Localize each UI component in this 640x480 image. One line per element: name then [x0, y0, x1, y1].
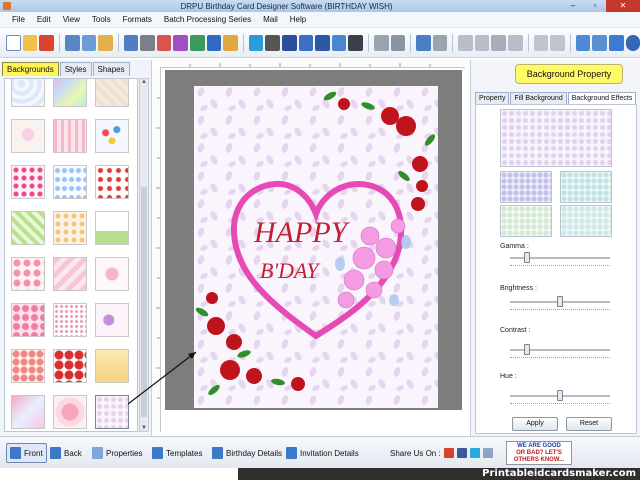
- effect-preset[interactable]: [500, 171, 552, 203]
- templates-icon: [152, 447, 163, 459]
- back-label: Back: [64, 448, 82, 458]
- hue-slider[interactable]: [510, 390, 610, 401]
- feedback-badge[interactable]: WE ARE GOOD OR BAD? LET'S OTHERS KNOW...: [506, 441, 572, 465]
- gamma-label: Gamma :: [500, 243, 529, 250]
- properties-button[interactable]: Properties: [92, 445, 142, 461]
- effect-preset[interactable]: [500, 205, 552, 237]
- facebook-icon[interactable]: [456, 448, 467, 458]
- front-button[interactable]: Front: [6, 443, 47, 463]
- birthday-details-label: Birthday Details: [226, 448, 283, 458]
- share-us-on: Share Us On :: [390, 445, 493, 461]
- contrast-label: Contrast :: [500, 327, 531, 334]
- back-button[interactable]: Back: [50, 445, 82, 461]
- feedback-line2: OR BAD? LET'S: [516, 450, 562, 456]
- templates-label: Templates: [166, 448, 203, 458]
- background-preview-large: [500, 109, 612, 167]
- hue-label: Hue :: [500, 373, 517, 380]
- hue-slider-knob[interactable]: [557, 390, 563, 401]
- background-property-header: Background Property: [515, 64, 623, 84]
- tab-background-effects[interactable]: Background Effects: [567, 92, 637, 104]
- contrast-slider-knob[interactable]: [524, 344, 531, 355]
- feedback-line1: WE ARE GOOD: [517, 443, 561, 449]
- invitation-details-button[interactable]: Invitation Details: [286, 445, 359, 461]
- effect-preset[interactable]: [560, 205, 612, 237]
- front-page-icon: [10, 447, 21, 459]
- gamma-slider-knob[interactable]: [524, 252, 531, 263]
- birthday-details-icon: [212, 447, 223, 459]
- gamma-slider[interactable]: [510, 252, 610, 263]
- apply-button[interactable]: Apply: [512, 417, 558, 431]
- brightness-slider[interactable]: [510, 296, 610, 307]
- front-label: Front: [24, 448, 43, 458]
- reset-button[interactable]: Reset: [566, 417, 612, 431]
- contrast-slider[interactable]: [510, 344, 610, 355]
- watermark: Printableidcardsmaker.com: [238, 468, 640, 480]
- share-icon[interactable]: [482, 448, 493, 458]
- background-effects-panel: Gamma : Brightness : Contrast : Hue : Ap…: [475, 104, 637, 434]
- twitter-icon[interactable]: [469, 448, 480, 458]
- back-page-icon: [50, 447, 61, 459]
- tab-property[interactable]: Property: [475, 92, 510, 104]
- invitation-details-icon: [286, 447, 297, 459]
- effect-preset[interactable]: [560, 171, 612, 203]
- invitation-details-label: Invitation Details: [300, 448, 359, 458]
- share-label: Share Us On :: [390, 448, 441, 458]
- feedback-line3: OTHERS KNOW...: [513, 457, 565, 463]
- google-plus-icon[interactable]: [443, 448, 454, 458]
- templates-button[interactable]: Templates: [152, 445, 202, 461]
- tab-fill-background[interactable]: Fill Background: [510, 92, 567, 104]
- birthday-details-button[interactable]: Birthday Details: [212, 445, 282, 461]
- properties-icon: [92, 447, 103, 459]
- properties-label: Properties: [106, 448, 143, 458]
- brightness-label: Brightness :: [500, 285, 537, 292]
- right-panel: Background Property Property Fill Backgr…: [470, 60, 640, 436]
- brightness-slider-knob[interactable]: [557, 296, 563, 307]
